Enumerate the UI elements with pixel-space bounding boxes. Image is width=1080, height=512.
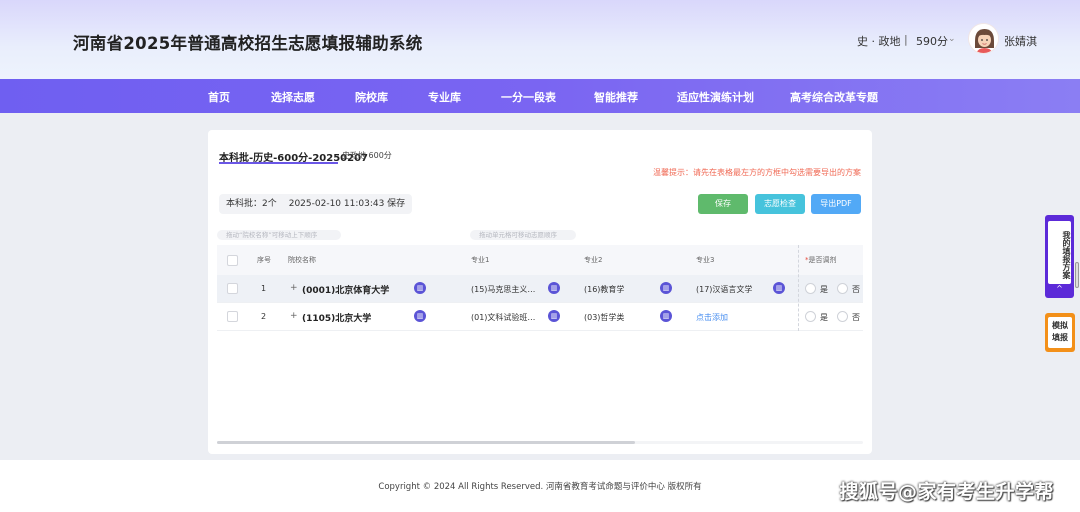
drag-school-hint: 拖动“院校名称”可移动上下顺序 xyxy=(217,230,341,240)
add-major-link[interactable]: 点击添加 xyxy=(696,312,728,323)
adjust-no-radio[interactable] xyxy=(837,283,848,294)
nav-item-score-table[interactable]: 一分一段表 xyxy=(501,89,556,105)
adjust-yes-label: 是 xyxy=(820,285,828,294)
header: 河南省2025年普通高校招生志愿填报辅助系统 史 · 政地 | 590分 ⌄ 张… xyxy=(0,0,1080,79)
table-row: 2 + (1105)北京大学 ▥ (01)文科试验班… ▥ (03)哲学类 ▥ … xyxy=(217,303,863,331)
export-pdf-button[interactable]: 导出PDF xyxy=(811,194,861,214)
adjust-no-radio[interactable] xyxy=(837,311,848,322)
nav-item-schools[interactable]: 院校库 xyxy=(355,89,388,105)
nav-item-choose[interactable]: 选择志愿 xyxy=(271,89,315,105)
export-tip: 温馨提示：请先在表格最左方的方框中勾选需要导出的方案 xyxy=(653,168,861,177)
plus-icon[interactable]: + xyxy=(290,283,298,293)
major1-cell[interactable]: (15)马克思主义… xyxy=(471,284,535,295)
row-index: 1 xyxy=(261,284,267,293)
arrow-up-icon[interactable]: ^ xyxy=(1045,284,1074,293)
plan-saved-at: 2025-02-10 11:03:43 保存 xyxy=(288,199,406,209)
page-scrollbar[interactable] xyxy=(1075,262,1079,288)
header-major3: 专业3 xyxy=(696,256,715,264)
horizontal-scrollbar[interactable] xyxy=(217,441,863,444)
major2-cell[interactable]: (03)哲学类 xyxy=(584,312,624,323)
header-major2: 专业2 xyxy=(584,256,603,264)
nav-item-majors[interactable]: 专业库 xyxy=(428,89,461,105)
plan-count: 本科批：2个 xyxy=(226,199,277,209)
mock-fill-widget[interactable]: 模拟填报 xyxy=(1045,313,1075,352)
row-checkbox[interactable] xyxy=(227,283,238,294)
drag-cell-hint: 拖动单元格可移动志愿顺序 xyxy=(470,230,576,240)
header-index: 序号 xyxy=(257,256,271,264)
footer: Copyright © 2024 All Rights Reserved. 河南… xyxy=(0,460,1080,512)
adjust-no-label: 否 xyxy=(852,313,860,322)
major2-cell[interactable]: (16)教育学 xyxy=(584,284,624,295)
nav-item-drill[interactable]: 适应性演练计划 xyxy=(677,89,754,105)
school-name[interactable]: (0001)北京体育大学 xyxy=(302,283,389,296)
major1-cell[interactable]: (01)文科试验班… xyxy=(471,312,535,323)
score-selector[interactable]: 590分 xyxy=(916,33,948,49)
page-title: 河南省2025年普通高校招生志愿填报辅助系统 xyxy=(73,34,423,53)
adjust-yes-radio[interactable] xyxy=(805,283,816,294)
chart-icon[interactable]: ▥ xyxy=(660,282,672,294)
major3-cell[interactable]: (17)汉语言文学 xyxy=(696,284,752,295)
chevron-down-icon[interactable]: ⌄ xyxy=(948,34,956,44)
chart-icon[interactable]: ▥ xyxy=(773,282,785,294)
select-all-checkbox[interactable] xyxy=(227,255,238,266)
main-nav: 首页 选择志愿 院校库 专业库 一分一段表 智能推荐 适应性演练计划 高考综合改… xyxy=(0,79,1080,113)
nav-item-reform[interactable]: 高考综合改革专题 xyxy=(790,89,878,105)
plan-card: 本科批-历史-600分-20250207 史政地 600分 温馨提示：请先在表格… xyxy=(208,130,872,454)
watermark: 搜狐号@家有考生升学帮 xyxy=(839,481,1054,503)
nav-item-home[interactable]: 首页 xyxy=(208,89,230,105)
chart-icon[interactable]: ▥ xyxy=(548,282,560,294)
school-name[interactable]: (1105)北京大学 xyxy=(302,311,371,324)
my-plan-label[interactable]: 我的填报方案 xyxy=(1048,221,1071,284)
plus-icon[interactable]: + xyxy=(290,311,298,321)
header-adjust: *是否调剂 xyxy=(805,255,837,265)
header-separator: | xyxy=(904,33,908,46)
username[interactable]: 张婧淇 xyxy=(1004,33,1037,49)
my-plan-widget[interactable]: 我的填报方案 ^ xyxy=(1045,215,1074,298)
save-button[interactable]: 保存 xyxy=(698,194,748,214)
plan-info: 本科批：2个 2025-02-10 11:03:43 保存 xyxy=(219,194,413,214)
header-major1: 专业1 xyxy=(471,256,490,264)
plan-tab-indicator xyxy=(219,162,338,164)
check-button[interactable]: 志愿检查 xyxy=(755,194,805,214)
plan-meta: 史政地 600分 xyxy=(342,151,392,160)
avatar[interactable] xyxy=(968,23,999,54)
chart-icon[interactable]: ▥ xyxy=(414,282,426,294)
header-school: 院校名称 xyxy=(288,256,316,264)
scrollbar-thumb[interactable] xyxy=(217,441,635,444)
row-index: 2 xyxy=(261,312,267,321)
table-header: 序号 院校名称 专业1 专业2 专业3 *是否调剂 xyxy=(217,245,863,275)
mock-fill-label[interactable]: 模拟填报 xyxy=(1048,317,1072,348)
adjust-no-label: 否 xyxy=(852,285,860,294)
adjust-yes-radio[interactable] xyxy=(805,311,816,322)
nav-item-smart[interactable]: 智能推荐 xyxy=(594,89,638,105)
adjust-yes-label: 是 xyxy=(820,313,828,322)
chart-icon[interactable]: ▥ xyxy=(660,310,672,322)
chart-icon[interactable]: ▥ xyxy=(548,310,560,322)
chart-icon[interactable]: ▥ xyxy=(414,310,426,322)
column-divider xyxy=(798,245,799,331)
table-row: 1 + (0001)北京体育大学 ▥ (15)马克思主义… ▥ (16)教育学 … xyxy=(217,275,863,303)
row-checkbox[interactable] xyxy=(227,311,238,322)
subject-selector[interactable]: 史 · 政地 xyxy=(857,33,901,49)
header-adjust-label: 是否调剂 xyxy=(808,256,837,264)
